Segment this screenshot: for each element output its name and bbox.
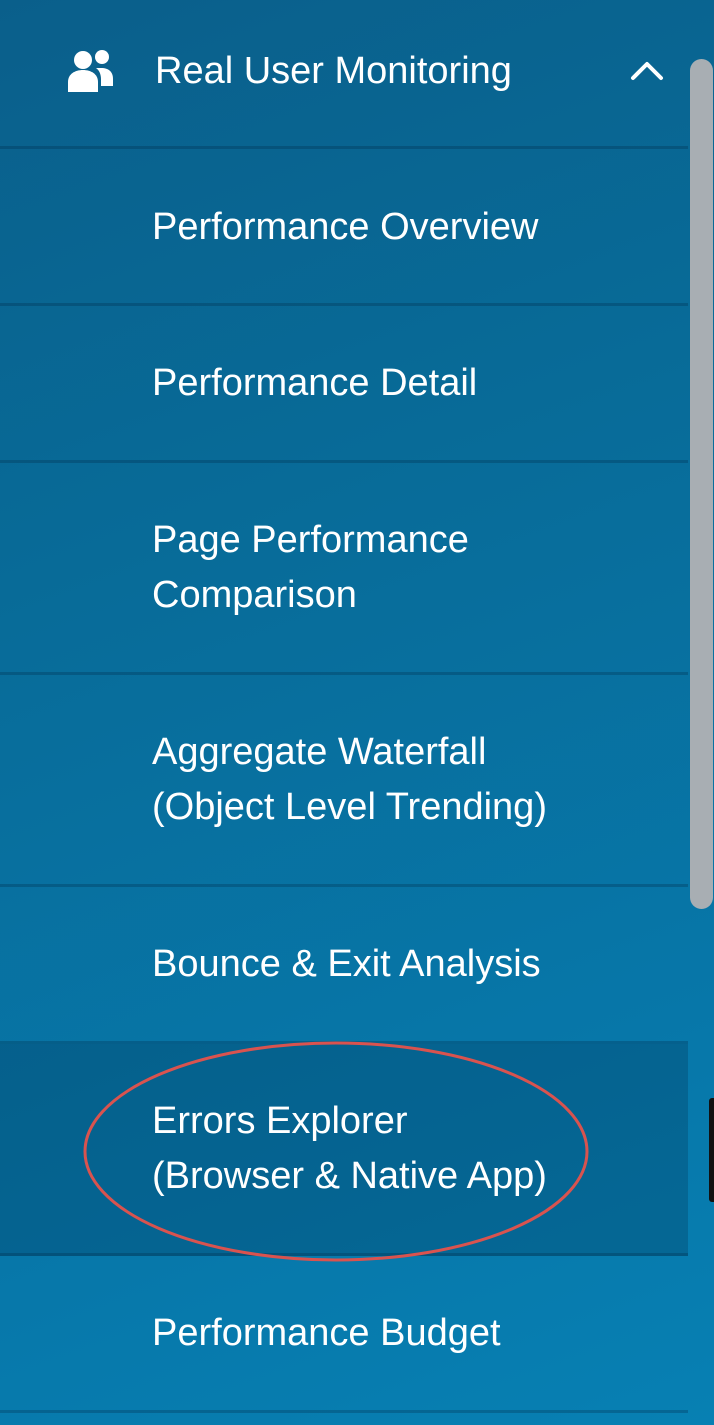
nav-item-label: Bounce & Exit Analysis xyxy=(152,943,541,985)
nav-item-label-line-1: Errors Explorer xyxy=(152,1100,408,1142)
sidebar-nav: Real User Monitoring Performance Overvie… xyxy=(0,0,688,1425)
nav-item-bounce-exit-analysis[interactable]: Bounce & Exit Analysis xyxy=(0,887,688,1044)
nav-item-page-performance-comparison[interactable]: Page Performance Comparison xyxy=(0,463,688,675)
nav-item-performance-detail[interactable]: Performance Detail xyxy=(0,306,688,463)
nav-item-label: Performance Budget xyxy=(152,1312,501,1354)
nav-item-label-line-1: Page Performance xyxy=(152,519,469,561)
nav-section-title: Real User Monitoring xyxy=(155,50,512,92)
chevron-up-icon[interactable] xyxy=(628,56,666,84)
scrollbar-thumb[interactable] xyxy=(690,59,713,909)
nav-section-header-rum[interactable]: Real User Monitoring xyxy=(0,0,688,149)
nav-item-label-line-2: (Object Level Trending) xyxy=(152,786,547,828)
nav-item-label-line-1: Aggregate Waterfall xyxy=(152,731,487,773)
nav-item-performance-budget[interactable]: Performance Budget xyxy=(0,1256,688,1413)
nav-item-performance-overview[interactable]: Performance Overview xyxy=(0,149,688,306)
window-edge xyxy=(709,1098,714,1202)
nav-item-label: Performance Overview xyxy=(152,206,539,248)
nav-item-aggregate-waterfall[interactable]: Aggregate Waterfall (Object Level Trendi… xyxy=(0,675,688,887)
nav-item-label: Performance Detail xyxy=(152,362,478,404)
users-icon xyxy=(68,50,113,92)
nav-item-label-line-2: (Browser & Native App) xyxy=(152,1155,547,1197)
nav-item-errors-explorer[interactable]: Errors Explorer (Browser & Native App) xyxy=(0,1044,688,1256)
nav-item-label-line-2: Comparison xyxy=(152,574,357,616)
